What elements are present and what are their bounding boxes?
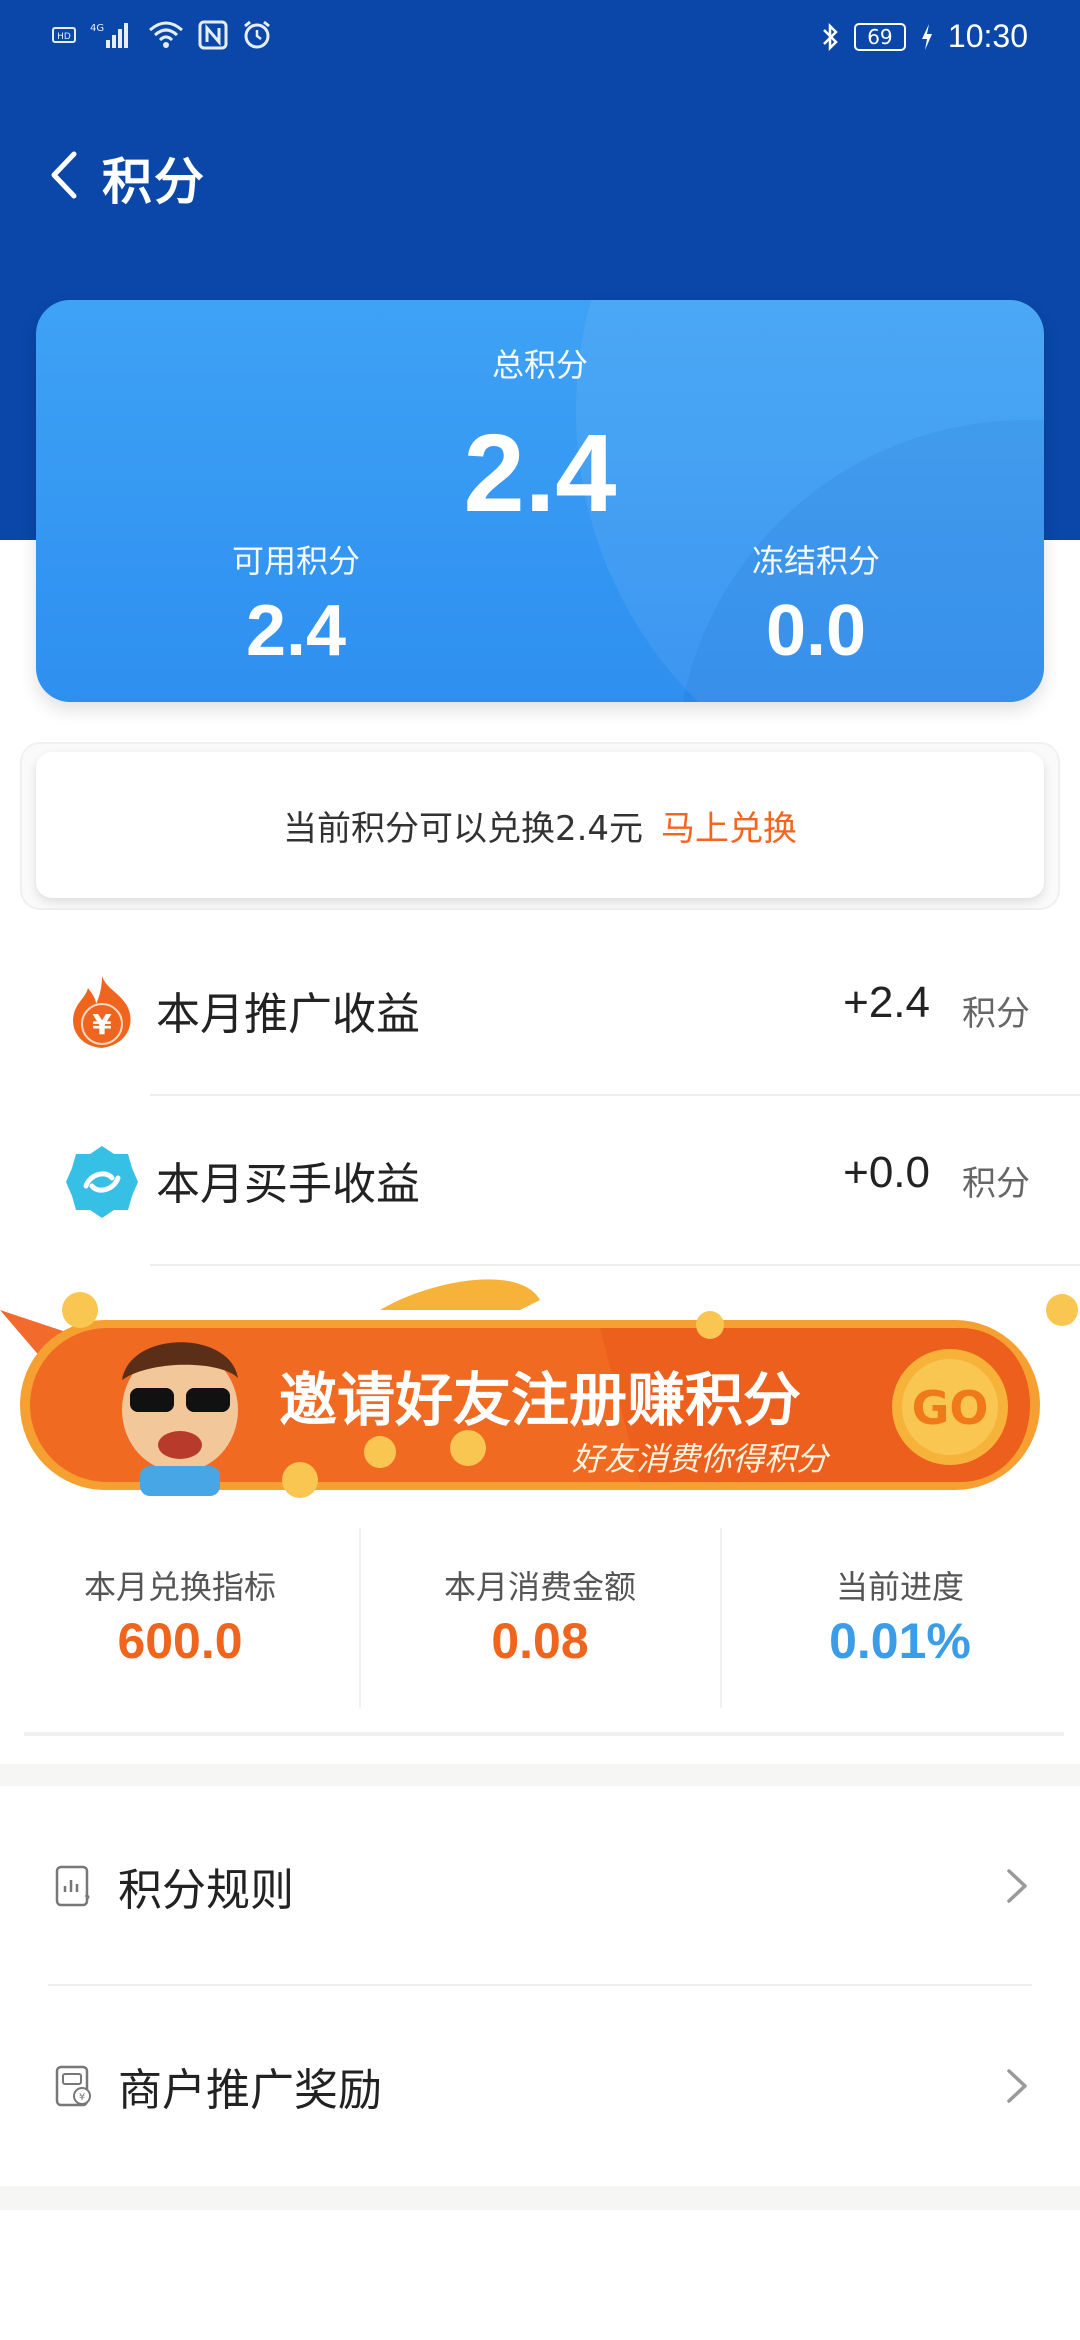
earnings-label: 本月买手收益 xyxy=(156,1159,420,1210)
divider xyxy=(150,1094,1080,1096)
status-icons-left: HD 4G xyxy=(52,20,272,50)
merchant-reward-icon: ¥ xyxy=(55,2065,91,2107)
hd-icon: HD xyxy=(52,27,76,43)
bluetooth-icon xyxy=(823,22,838,51)
exchange-panel: 当前积分可以兑换2.4元 马上兑换 xyxy=(36,752,1044,898)
buyer-badge-icon xyxy=(66,1146,138,1218)
status-time: 10:30 xyxy=(947,18,1028,54)
page-title: 积分 xyxy=(102,153,206,211)
menu-label: 商户推广奖励 xyxy=(118,2065,382,2116)
stat-monthly-spend: 本月消费金额 0.08 xyxy=(360,1520,720,1710)
earnings-row-promotion[interactable]: ¥ 本月推广收益 +2.4 积分 xyxy=(0,928,1080,1096)
banner-subtitle: 好友消费你得积分 xyxy=(572,1440,831,1478)
section-gap xyxy=(0,1764,1080,1786)
section-gap xyxy=(0,2186,1080,2210)
back-arrow-icon[interactable] xyxy=(44,148,84,202)
available-points-label: 可用积分 xyxy=(231,542,360,580)
stat-value: 0.01% xyxy=(829,1613,971,1669)
points-card: 总积分 2.4 可用积分 2.4 冻结积分 0.0 xyxy=(36,300,1044,702)
earnings-value: +0.0 xyxy=(843,1148,930,1197)
stats-panel: 本月兑换指标 600.0 本月消费金额 0.08 当前进度 0.01% xyxy=(0,1520,1080,1730)
earnings-row-buyer[interactable]: 本月买手收益 +0.0 积分 xyxy=(0,1098,1080,1266)
alarm-icon xyxy=(244,20,270,49)
frozen-points-value: 0.0 xyxy=(765,591,867,671)
divider xyxy=(150,1264,1080,1266)
stat-label: 当前进度 xyxy=(835,1568,964,1606)
fire-yuan-icon: ¥ xyxy=(73,976,131,1048)
rules-doc-icon: ? xyxy=(55,1865,90,1907)
menu-item-points-rules[interactable]: ? 积分规则 xyxy=(0,1788,1080,1984)
menu-label: 积分规则 xyxy=(118,1865,294,1916)
total-points-label: 总积分 xyxy=(491,346,588,384)
status-icons-right: 69 10:30 xyxy=(820,18,1028,55)
exchange-now-link[interactable]: 马上兑换 xyxy=(661,801,797,850)
exchange-text: 当前积分可以兑换2.4元 xyxy=(282,808,644,849)
earnings-unit: 积分 xyxy=(962,1164,1030,1204)
svg-text:¥: ¥ xyxy=(92,1008,112,1041)
stat-value: 0.08 xyxy=(491,1613,589,1669)
banner-go-label: GO xyxy=(912,1381,989,1435)
battery-icon: 69 xyxy=(853,22,906,51)
frozen-points-label: 冻结积分 xyxy=(751,542,880,580)
invite-banner-graphic: GO 邀请好友注册赚积分 好友消费你得积分 xyxy=(0,1279,1078,1498)
menu-item-merchant-reward[interactable]: ¥ 商户推广奖励 xyxy=(0,1988,1080,2184)
banner-title: 邀请好友注册赚积分 xyxy=(279,1366,801,1434)
svg-text:?: ? xyxy=(84,1893,90,1907)
divider xyxy=(24,1732,1064,1736)
stat-exchange-target: 本月兑换指标 600.0 xyxy=(0,1520,360,1710)
charging-icon xyxy=(921,23,932,50)
battery-level: 69 xyxy=(867,24,893,49)
svg-text:¥: ¥ xyxy=(79,2092,85,2103)
nfc-icon xyxy=(198,20,228,50)
nav-bar: 积分 xyxy=(0,130,1080,220)
earnings-value: +2.4 xyxy=(843,978,930,1027)
earnings-unit: 积分 xyxy=(962,994,1030,1034)
invite-banner[interactable]: GO 邀请好友注册赚积分 好友消费你得积分 xyxy=(0,1270,1080,1520)
status-bar: HD 4G 69 10:30 xyxy=(0,0,1080,75)
stat-progress: 当前进度 0.01% xyxy=(720,1520,1080,1710)
divider xyxy=(48,1984,1032,1986)
signal-4g-icon: 4G xyxy=(90,23,128,48)
svg-text:HD: HD xyxy=(57,32,71,42)
earnings-label: 本月推广收益 xyxy=(156,989,420,1040)
chevron-right-icon xyxy=(1007,1869,1027,1903)
stat-value: 600.0 xyxy=(117,1613,243,1669)
svg-text:4G: 4G xyxy=(90,23,104,34)
total-points-value: 2.4 xyxy=(463,412,617,535)
available-points-value: 2.4 xyxy=(245,591,347,671)
chevron-right-icon xyxy=(1007,2069,1027,2103)
stat-label: 本月兑换指标 xyxy=(83,1568,276,1606)
exchange-box: 当前积分可以兑换2.4元 马上兑换 xyxy=(22,744,1058,908)
stat-label: 本月消费金额 xyxy=(443,1568,636,1606)
wifi-icon xyxy=(149,21,183,48)
